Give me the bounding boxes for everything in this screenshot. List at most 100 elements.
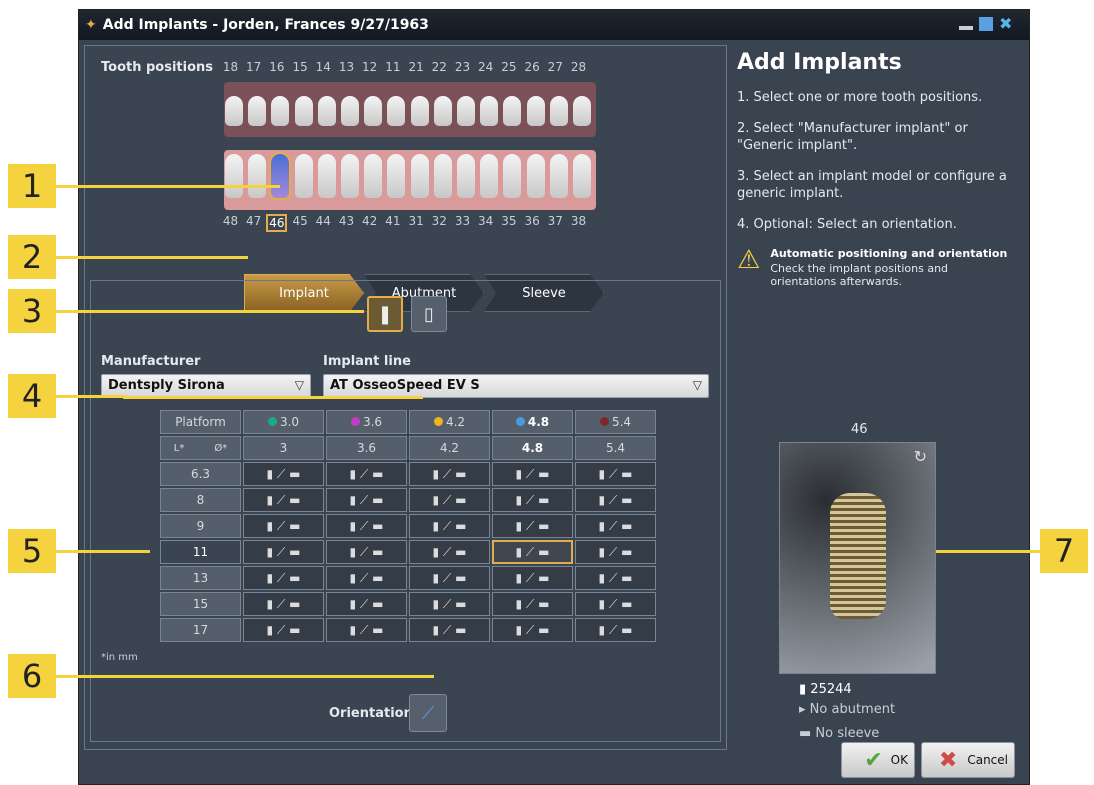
upper-tooth-number[interactable]: 23 — [452, 60, 473, 74]
upper-tooth[interactable] — [225, 96, 243, 126]
upper-tooth[interactable] — [526, 96, 545, 126]
lower-tooth-number[interactable]: 46 — [266, 214, 288, 232]
implant-cell[interactable]: ▮ ⟋ ▬ — [409, 618, 490, 642]
lower-tooth-number[interactable]: 48 — [220, 214, 241, 228]
lower-tooth[interactable] — [387, 154, 406, 198]
upper-tooth[interactable] — [248, 96, 267, 126]
platform-column-header[interactable]: 3.6 — [326, 410, 407, 434]
lower-tooth-number[interactable]: 34 — [475, 214, 496, 228]
lower-tooth-number[interactable]: 43 — [336, 214, 357, 228]
cancel-button[interactable]: ✖ Cancel — [921, 742, 1015, 778]
implant-cell[interactable]: ▮ ⟋ ▬ — [243, 462, 324, 486]
generic-implant-toggle[interactable]: ▯ — [411, 296, 447, 332]
upper-tooth-number[interactable]: 25 — [498, 60, 519, 74]
implant-cell[interactable]: ▮ ⟋ ▬ — [492, 488, 573, 512]
manufacturer-implant-toggle[interactable]: ❚ — [367, 296, 403, 332]
upper-tooth-number[interactable]: 12 — [359, 60, 380, 74]
lower-tooth[interactable] — [341, 154, 359, 198]
lower-tooth[interactable] — [364, 154, 383, 198]
implant-cell[interactable]: ▮ ⟋ ▬ — [492, 566, 573, 590]
implant-cell[interactable]: ▮ ⟋ ▬ — [409, 462, 490, 486]
implant-cell[interactable]: ▮ ⟋ ▬ — [575, 488, 656, 512]
lower-tooth[interactable] — [480, 154, 499, 198]
implant-cell[interactable]: ▮ ⟋ ▬ — [575, 540, 656, 564]
lower-tooth-number[interactable]: 45 — [290, 214, 311, 228]
lower-tooth-number[interactable]: 36 — [522, 214, 543, 228]
lower-tooth[interactable] — [294, 154, 313, 198]
implant-cell[interactable]: ▮ ⟋ ▬ — [326, 488, 407, 512]
upper-tooth-number[interactable]: 22 — [429, 60, 450, 74]
implant-cell[interactable]: ▮ ⟋ ▬ — [492, 592, 573, 616]
lower-tooth[interactable] — [317, 154, 336, 198]
upper-tooth[interactable] — [387, 96, 406, 126]
implant-cell[interactable]: ▮ ⟋ ▬ — [326, 540, 407, 564]
upper-tooth[interactable] — [341, 96, 359, 126]
length-header[interactable]: 8 — [160, 488, 241, 512]
upper-tooth-number[interactable]: 21 — [406, 60, 427, 74]
implant-cell[interactable]: ▮ ⟋ ▬ — [575, 566, 656, 590]
implant-cell[interactable]: ▮ ⟋ ▬ — [409, 566, 490, 590]
upper-tooth-number[interactable]: 26 — [522, 60, 543, 74]
upper-tooth[interactable] — [433, 96, 452, 126]
length-header[interactable]: 6.3 — [160, 462, 241, 486]
selected-tooth[interactable] — [269, 152, 292, 200]
platform-column-header[interactable]: 3.0 — [243, 410, 324, 434]
implant-cell[interactable]: ▮ ⟋ ▬ — [492, 514, 573, 538]
upper-tooth[interactable] — [457, 96, 475, 126]
upper-tooth[interactable] — [573, 96, 591, 126]
platform-column-header[interactable]: 4.8 — [492, 410, 573, 434]
lower-tooth-number[interactable]: 35 — [498, 214, 519, 228]
platform-column-header[interactable]: 5.4 — [575, 410, 656, 434]
implant-cell[interactable]: ▮ ⟋ ▬ — [492, 618, 573, 642]
lower-tooth-number[interactable]: 31 — [406, 214, 427, 228]
lower-tooth[interactable] — [457, 154, 475, 198]
lower-tooth[interactable] — [503, 154, 522, 198]
implant-cell[interactable]: ▮ ⟋ ▬ — [326, 592, 407, 616]
lower-tooth-number[interactable]: 38 — [568, 214, 589, 228]
implant-cell[interactable]: ▮ ⟋ ▬ — [575, 592, 656, 616]
upper-tooth-number[interactable]: 24 — [475, 60, 496, 74]
lower-tooth-number[interactable]: 33 — [452, 214, 473, 228]
lower-tooth[interactable] — [225, 154, 243, 198]
orientation-button[interactable]: ⟋ — [409, 694, 447, 732]
length-header[interactable]: 17 — [160, 618, 241, 642]
rotate-icon[interactable]: ↻ — [914, 447, 927, 466]
minimize-icon[interactable] — [959, 26, 973, 30]
ok-button[interactable]: ✔ OK — [841, 742, 915, 778]
upper-tooth[interactable] — [410, 96, 429, 126]
implant-cell[interactable]: ▮ ⟋ ▬ — [575, 462, 656, 486]
implant-3d-preview[interactable]: ↻ — [779, 442, 936, 674]
implant-cell[interactable]: ▮ ⟋ ▬ — [409, 488, 490, 512]
implant-cell[interactable]: ▮ ⟋ ▬ — [575, 514, 656, 538]
lower-tooth-number[interactable]: 41 — [382, 214, 403, 228]
lower-tooth[interactable] — [549, 154, 568, 198]
upper-tooth-number[interactable]: 14 — [313, 60, 334, 74]
lower-tooth-number[interactable]: 32 — [429, 214, 450, 228]
implant-cell[interactable]: ▮ ⟋ ▬ — [243, 488, 324, 512]
implant-cell[interactable]: ▮ ⟋ ▬ — [326, 462, 407, 486]
upper-tooth[interactable] — [364, 96, 383, 126]
implant-cell[interactable]: ▮ ⟋ ▬ — [409, 592, 490, 616]
implant-cell[interactable]: ▮ ⟋ ▬ — [409, 514, 490, 538]
upper-tooth-number[interactable]: 27 — [545, 60, 566, 74]
lower-tooth-number[interactable]: 37 — [545, 214, 566, 228]
upper-tooth-number[interactable]: 11 — [382, 60, 403, 74]
upper-tooth-number[interactable]: 16 — [266, 60, 287, 74]
implant-cell[interactable]: ▮ ⟋ ▬ — [243, 540, 324, 564]
implant-cell[interactable]: ▮ ⟋ ▬ — [326, 566, 407, 590]
length-header[interactable]: 15 — [160, 592, 241, 616]
implant-cell[interactable]: ▮ ⟋ ▬ — [575, 618, 656, 642]
length-header[interactable]: 13 — [160, 566, 241, 590]
upper-tooth[interactable] — [503, 96, 522, 126]
implant-cell[interactable]: ▮ ⟋ ▬ — [326, 514, 407, 538]
implant-cell[interactable]: ▮ ⟋ ▬ — [492, 462, 573, 486]
upper-tooth-number[interactable]: 28 — [568, 60, 589, 74]
restore-icon[interactable] — [979, 17, 993, 31]
upper-tooth-number[interactable]: 18 — [220, 60, 241, 74]
lower-tooth-number[interactable]: 47 — [243, 214, 264, 228]
upper-tooth-number[interactable]: 17 — [243, 60, 264, 74]
upper-tooth[interactable] — [294, 96, 313, 126]
lower-tooth-number[interactable]: 42 — [359, 214, 380, 228]
lower-tooth[interactable] — [573, 154, 591, 198]
upper-tooth-number[interactable]: 13 — [336, 60, 357, 74]
